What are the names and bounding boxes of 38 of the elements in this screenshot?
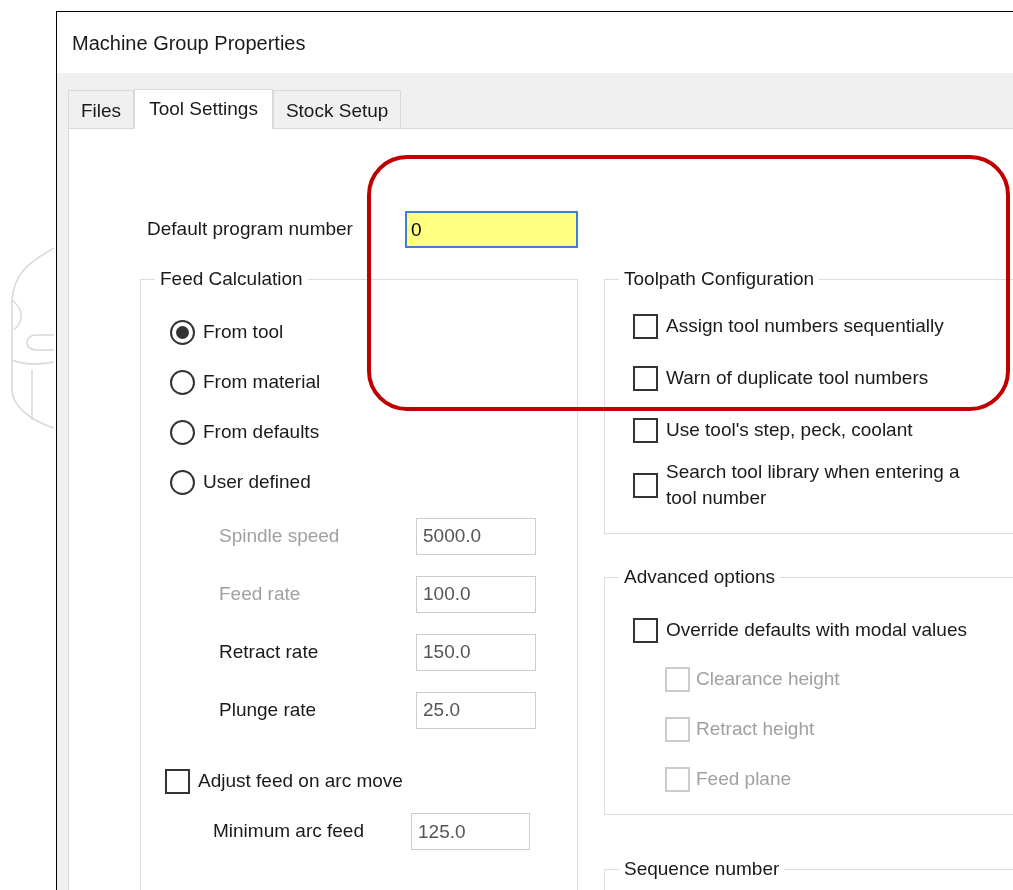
option-label: Feed plane: [696, 766, 792, 791]
field-label: Retract rate: [219, 639, 320, 664]
option-label: Assign tool numbers sequentially: [666, 314, 945, 338]
field-label: Feed rate: [219, 581, 302, 606]
option-label: From tool: [203, 319, 284, 344]
radio-button[interactable]: [170, 319, 195, 345]
option-label: From material: [203, 369, 321, 394]
field-label: Spindle speed: [219, 523, 341, 548]
checkbox[interactable]: [165, 768, 190, 794]
tab[interactable]: Files: [68, 90, 135, 128]
number-field[interactable]: 25.0: [416, 691, 536, 729]
radio-button[interactable]: [170, 469, 195, 495]
option-label: From defaults: [203, 419, 320, 444]
checkbox[interactable]: [633, 617, 658, 643]
checkbox[interactable]: [633, 417, 658, 443]
option-label: Search tool library when entering a tool number: [666, 460, 961, 510]
number-field[interactable]: 150.0: [416, 633, 536, 671]
window-title: Machine Group Properties: [72, 30, 306, 56]
tab[interactable]: Tool Settings: [134, 89, 273, 129]
checkbox[interactable]: [633, 472, 658, 498]
option-label: User defined: [203, 469, 311, 494]
group-title: Sequence number: [619, 859, 785, 879]
field-label: Minimum arc feed: [213, 819, 365, 844]
tab[interactable]: Stock Setup: [272, 90, 402, 128]
checkbox[interactable]: [633, 365, 658, 391]
field-label: Default program number: [147, 217, 354, 242]
field-label: Plunge rate: [219, 697, 318, 722]
program-number-field[interactable]: 0: [405, 211, 578, 248]
option-label: Retract height: [696, 716, 815, 741]
number-field[interactable]: 125.0: [411, 813, 530, 850]
option-label: Warn of duplicate tool numbers: [666, 366, 930, 390]
radio-button[interactable]: [170, 419, 195, 445]
option-label: Clearance height: [696, 666, 840, 691]
option-label: Adjust feed on arc move: [198, 768, 403, 793]
option-label: Override defaults with modal values: [666, 617, 967, 642]
radio-button[interactable]: [170, 369, 195, 395]
option-label: Use tool's step, peck, coolant: [666, 418, 914, 442]
checkbox[interactable]: [633, 313, 658, 339]
